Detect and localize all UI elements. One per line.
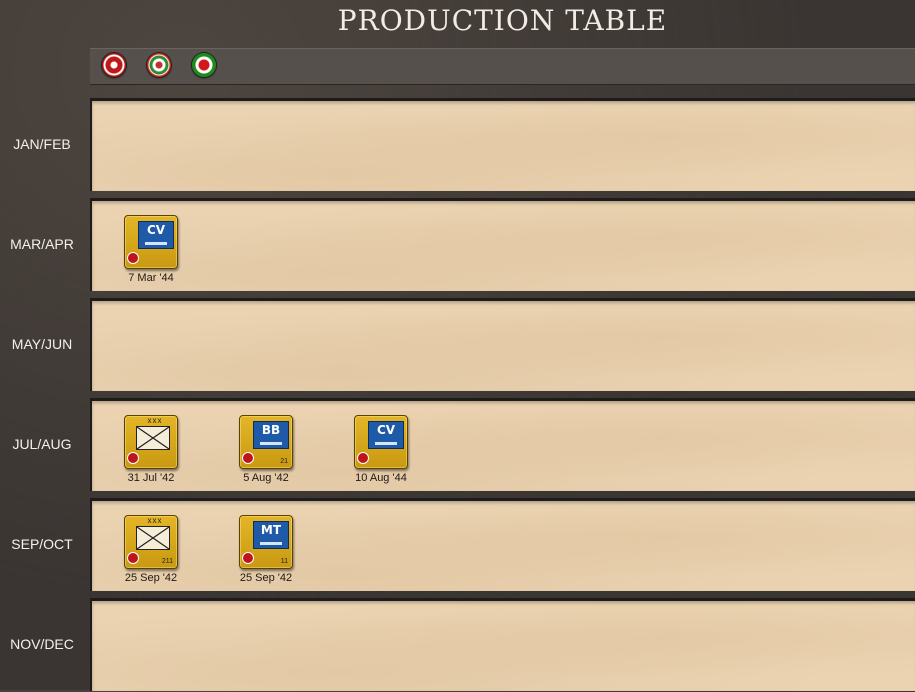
unit-id: 211 (161, 558, 173, 565)
unit-counter-cv[interactable]: CV 10 Aug '44 (353, 415, 409, 484)
germany-roundel-icon[interactable] (102, 53, 126, 77)
nationality-dot-icon (127, 252, 139, 264)
japan-roundel-icon[interactable] (192, 53, 216, 77)
turn-label: NOV/DEC (10, 636, 74, 652)
unit-counter[interactable]: BB 21 (239, 415, 293, 469)
turn-row-jul-aug: JUL/AUG xxx 31 Jul '42 BB 21 5 Aug '42 C… (0, 398, 915, 492)
turn-row-mar-apr: MAR/APR CV 7 Mar '44 (0, 198, 915, 292)
nationality-dot-icon (242, 552, 254, 564)
turn-row-may-jun: MAY/JUN (0, 298, 915, 392)
unit-counter-mt[interactable]: MT 11 25 Sep '42 (238, 515, 294, 584)
turn-slot-panel[interactable] (90, 98, 915, 191)
unit-counter-cv[interactable]: CV 7 Mar '44 (123, 215, 179, 284)
arrival-date: 31 Jul '42 (127, 472, 175, 484)
unit-type-label: CV (376, 423, 396, 437)
unit-type-label: CV (146, 223, 166, 237)
unit-id: 11 (280, 558, 288, 565)
turn-label: MAR/APR (10, 236, 74, 252)
italy-roundel-icon[interactable] (147, 53, 171, 77)
arrival-date: 25 Sep '42 (239, 572, 293, 584)
merchant-transport-icon: MT (253, 521, 289, 549)
unit-counter-bb[interactable]: BB 21 5 Aug '42 (238, 415, 294, 484)
arrival-date: 7 Mar '44 (128, 272, 174, 284)
nationality-dot-icon (127, 452, 139, 464)
nationality-dot-icon (127, 552, 139, 564)
faction-bar (90, 48, 915, 85)
turn-row-sep-oct: SEP/OCT xxx 211 25 Sep '42 MT 11 25 Sep … (0, 498, 915, 592)
nationality-dot-icon (357, 452, 369, 464)
turn-row-nov-dec: NOV/DEC (0, 598, 915, 692)
turn-row-jan-feb: JAN/FEB (0, 98, 915, 192)
infantry-icon (136, 526, 170, 550)
unit-counter[interactable]: xxx (124, 415, 178, 469)
ship-silhouette-icon (260, 542, 282, 545)
turn-label: SEP/OCT (11, 536, 73, 552)
unit-counter[interactable]: MT 11 (239, 515, 293, 569)
unit-counter-army[interactable]: xxx 31 Jul '42 (123, 415, 179, 484)
unit-id: 21 (280, 458, 288, 465)
turn-slot-panel[interactable]: CV 7 Mar '44 (90, 198, 915, 291)
ship-silhouette-icon (375, 442, 397, 445)
turn-slot-panel[interactable] (90, 298, 915, 391)
unit-counter[interactable]: xxx 211 (124, 515, 178, 569)
arrival-date: 5 Aug '42 (243, 472, 289, 484)
battleship-icon: BB (253, 421, 289, 449)
ship-silhouette-icon (145, 242, 167, 245)
page-title: PRODUCTION TABLE (337, 4, 668, 37)
unit-counter-army[interactable]: xxx 211 25 Sep '42 (123, 515, 179, 584)
unit-counter[interactable]: CV (124, 215, 178, 269)
ship-silhouette-icon (260, 442, 282, 445)
turn-label: MAY/JUN (11, 336, 73, 352)
turn-slot-panel[interactable]: xxx 211 25 Sep '42 MT 11 25 Sep '42 (90, 498, 915, 591)
arrival-date: 10 Aug '44 (355, 472, 407, 484)
unit-type-label: MT (260, 523, 282, 537)
unit-size-mark: xxx (147, 516, 163, 525)
turn-label: JUL/AUG (12, 436, 72, 452)
carrier-icon: CV (138, 221, 174, 249)
unit-type-label: BB (261, 423, 281, 437)
turn-slot-panel[interactable] (90, 598, 915, 691)
unit-counter[interactable]: CV (354, 415, 408, 469)
turn-label: JAN/FEB (13, 136, 71, 152)
infantry-icon (136, 426, 170, 450)
arrival-date: 25 Sep '42 (124, 572, 178, 584)
unit-size-mark: xxx (147, 416, 163, 425)
carrier-icon: CV (368, 421, 404, 449)
turn-slot-panel[interactable]: xxx 31 Jul '42 BB 21 5 Aug '42 CV 10 Aug… (90, 398, 915, 491)
nationality-dot-icon (242, 452, 254, 464)
